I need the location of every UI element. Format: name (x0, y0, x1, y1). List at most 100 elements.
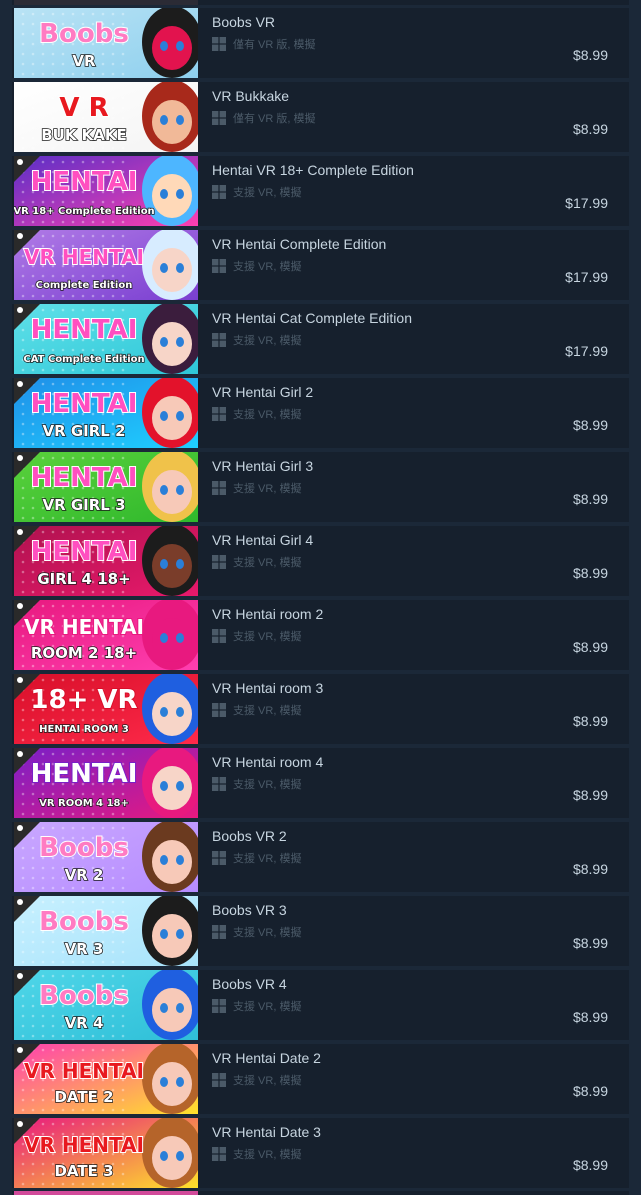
game-row[interactable]: HENTAI VR GIRL 3 VR Hentai Girl 3 支援 VR, … (12, 452, 629, 522)
game-capsule-image[interactable]: VR HENTAI ROOM 2 18+ (14, 600, 198, 670)
game-row[interactable]: VR HENTAI DATE 2 VR Hentai Date 2 支援 VR, … (12, 1044, 629, 1114)
game-capsule-image[interactable]: VR HENTAI DATE 2 (14, 1044, 198, 1114)
partial-row-bottom[interactable] (12, 1191, 629, 1195)
capsule-logo-subtext: BUK KAKE (41, 126, 127, 144)
game-title[interactable]: VR Hentai Girl 2 (212, 384, 313, 400)
capsule-logo-text: Boobs (39, 833, 129, 863)
game-meta: 支援 VR, 模擬 (212, 1072, 301, 1088)
game-title[interactable]: VR Hentai Date 2 (212, 1050, 321, 1066)
capsule-art: VR HENTAI DATE 3 (14, 1118, 198, 1188)
game-title[interactable]: VR Hentai Date 3 (212, 1124, 321, 1140)
capsule-logo-text: HENTAI (31, 315, 138, 345)
game-title[interactable]: VR Hentai room 4 (212, 754, 323, 770)
game-row[interactable]: V R BUK KAKE VR Bukkake 僅有 VR 版, 模擬 $8.99 (12, 82, 629, 152)
capsule-logo-subtext: Complete Edition (36, 280, 133, 291)
game-meta: 支援 VR, 模擬 (212, 406, 301, 422)
game-capsule-image[interactable]: Boobs VR 2 (14, 822, 198, 892)
game-title[interactable]: Boobs VR 2 (212, 828, 287, 844)
capsule-logo-subtext: ROOM 2 18+ (31, 644, 137, 662)
capsule-art: Boobs VR 3 (14, 896, 198, 966)
game-title[interactable]: VR Hentai room 2 (212, 606, 323, 622)
capsule-art: HENTAI VR ROOM 4 18+ (14, 748, 198, 818)
game-row[interactable]: VR HENTAI ROOM 2 18+ VR Hentai room 2 支援 … (12, 600, 629, 670)
capsule-logo-text: VR HENTAI (24, 1059, 144, 1083)
game-capsule-image[interactable]: 18+ VR HENTAI ROOM 3 (14, 674, 198, 744)
game-capsule-image[interactable]: Boobs VR (14, 8, 198, 78)
game-title[interactable]: VR Hentai room 3 (212, 680, 323, 696)
game-meta: 僅有 VR 版, 模擬 (212, 110, 316, 126)
capsule-logo-subtext: VR GIRL 3 (42, 496, 125, 514)
game-tags: 支援 VR, 模擬 (233, 335, 302, 347)
windows-icon (212, 333, 226, 347)
game-tags: 支援 VR, 模擬 (233, 1149, 302, 1161)
partial-row-top[interactable] (12, 0, 629, 5)
capsule-art: Boobs VR 2 (14, 822, 198, 892)
capsule-logo-subtext: VR 3 (65, 940, 104, 958)
game-capsule-image[interactable]: VR HENTAI Complete Edition (14, 230, 198, 300)
game-meta: 支援 VR, 模擬 (212, 184, 301, 200)
game-row[interactable]: Boobs VR 4 Boobs VR 4 支援 VR, 模擬 $8.99 (12, 970, 629, 1040)
game-capsule-image[interactable]: HENTAI VR ROOM 4 18+ (14, 748, 198, 818)
capsule-logo-subtext: VR 18+ Complete Edition (14, 206, 155, 217)
game-price: $8.99 (572, 935, 608, 951)
game-capsule-image[interactable]: V R BUK KAKE (14, 82, 198, 152)
game-title[interactable]: VR Hentai Complete Edition (212, 236, 386, 252)
windows-icon (212, 1073, 226, 1087)
game-meta: 支援 VR, 模擬 (212, 332, 301, 348)
game-title[interactable]: Boobs VR 4 (212, 976, 287, 992)
game-capsule-image[interactable]: HENTAI VR 18+ Complete Edition (14, 156, 198, 226)
game-capsule-image[interactable]: HENTAI CAT Complete Edition (14, 304, 198, 374)
capsule-logo-text: HENTAI (31, 167, 138, 197)
game-row[interactable]: Boobs VR 2 Boobs VR 2 支援 VR, 模擬 $8.99 (12, 822, 629, 892)
game-capsule-image[interactable]: VR HENTAI DATE 3 (14, 1118, 198, 1188)
capsule-art: VR HENTAI ROOM 2 18+ (14, 600, 198, 670)
game-price: $8.99 (572, 1009, 608, 1025)
game-tags: 支援 VR, 模擬 (233, 927, 302, 939)
capsule-logo-text: HENTAI (31, 759, 138, 789)
game-capsule-image[interactable]: HENTAI GIRL 4 18+ (14, 526, 198, 596)
game-title[interactable]: VR Bukkake (212, 88, 289, 104)
game-row[interactable]: HENTAI VR ROOM 4 18+ VR Hentai room 4 支援 … (12, 748, 629, 818)
windows-icon (212, 481, 226, 495)
game-capsule-image[interactable]: HENTAI VR GIRL 2 (14, 378, 198, 448)
game-price: $8.99 (572, 861, 608, 877)
capsule-logo-text: HENTAI (31, 463, 138, 493)
windows-icon (212, 999, 226, 1013)
game-row[interactable]: 18+ VR HENTAI ROOM 3 VR Hentai room 3 支援 … (12, 674, 629, 744)
windows-icon (212, 851, 226, 865)
game-capsule-image[interactable]: Boobs VR 3 (14, 896, 198, 966)
game-price: $17.99 (565, 269, 608, 285)
game-tags: 支援 VR, 模擬 (233, 1001, 302, 1013)
game-meta: 支援 VR, 模擬 (212, 480, 301, 496)
capsule-art: Boobs VR (14, 8, 198, 78)
capsule-art: VR HENTAI Complete Edition (14, 230, 198, 300)
game-title[interactable]: VR Hentai Girl 3 (212, 458, 313, 474)
game-row[interactable]: VR HENTAI Complete Edition VR Hentai Comp… (12, 230, 629, 300)
game-meta: 支援 VR, 模擬 (212, 776, 301, 792)
capsule-logo-subtext: DATE 2 (54, 1088, 113, 1106)
game-row[interactable]: Boobs VR 3 Boobs VR 3 支援 VR, 模擬 $8.99 (12, 896, 629, 966)
game-title[interactable]: Boobs VR (212, 14, 275, 30)
game-capsule-image[interactable]: Boobs VR 4 (14, 970, 198, 1040)
game-title[interactable]: Boobs VR 3 (212, 902, 287, 918)
windows-icon (212, 777, 226, 791)
game-tags: 支援 VR, 模擬 (233, 853, 302, 865)
game-price: $8.99 (572, 1083, 608, 1099)
game-capsule-image[interactable]: HENTAI VR GIRL 3 (14, 452, 198, 522)
game-row[interactable]: HENTAI VR 18+ Complete Edition Hentai VR … (12, 156, 629, 226)
game-price: $8.99 (572, 1157, 608, 1173)
game-title[interactable]: Hentai VR 18+ Complete Edition (212, 162, 414, 178)
game-title[interactable]: VR Hentai Girl 4 (212, 532, 313, 548)
game-row[interactable]: VR HENTAI DATE 3 VR Hentai Date 3 支援 VR, … (12, 1118, 629, 1188)
game-tags: 支援 VR, 模擬 (233, 187, 302, 199)
game-row[interactable]: HENTAI GIRL 4 18+ VR Hentai Girl 4 支援 VR,… (12, 526, 629, 596)
windows-icon (212, 555, 226, 569)
game-title[interactable]: VR Hentai Cat Complete Edition (212, 310, 412, 326)
capsule-art: Boobs VR 4 (14, 970, 198, 1040)
game-row[interactable]: Boobs VR Boobs VR 僅有 VR 版, 模擬 $8.99 (12, 8, 629, 78)
game-row[interactable]: HENTAI CAT Complete Edition VR Hentai Cat… (12, 304, 629, 374)
capsule-art: VR HENTAI DATE 2 (14, 1044, 198, 1114)
game-row[interactable]: HENTAI VR GIRL 2 VR Hentai Girl 2 支援 VR, … (12, 378, 629, 448)
capsule-logo-subtext: VR (72, 52, 96, 70)
game-meta: 支援 VR, 模擬 (212, 628, 301, 644)
